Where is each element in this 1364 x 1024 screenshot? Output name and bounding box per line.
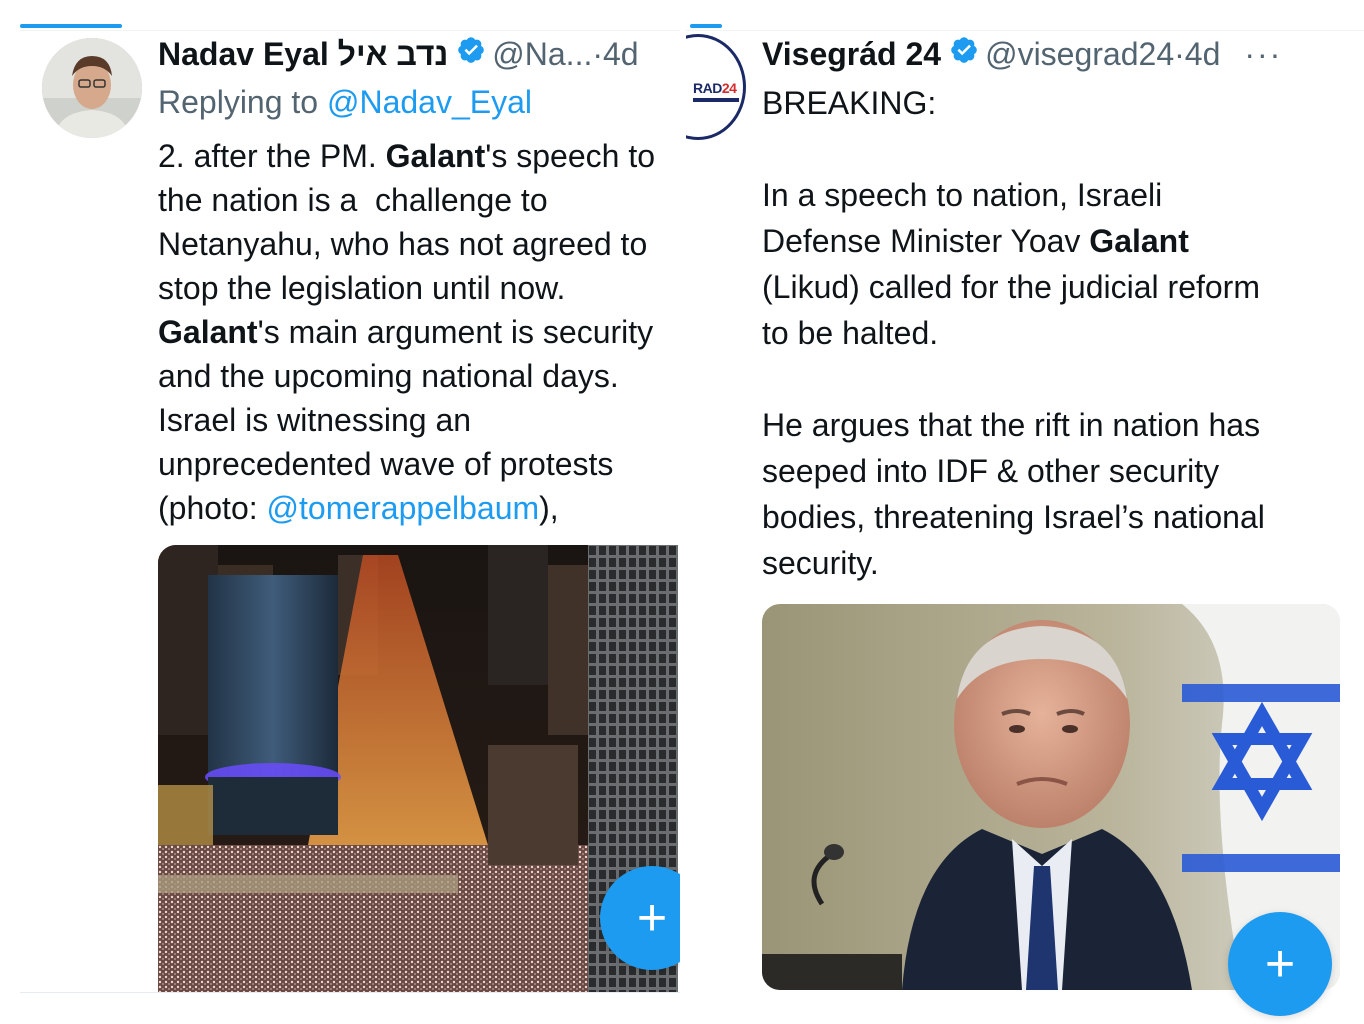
text-line: stop the legislation until now.: [158, 270, 566, 306]
tweet-body: 2. after the PM. Galant's speech to the n…: [158, 134, 678, 530]
text-line: Israel is witnessing an: [158, 402, 472, 438]
compose-tweet-button[interactable]: +: [1228, 912, 1332, 1016]
tweet-body: BREAKING: In a speech to nation, Israeli D…: [762, 80, 1362, 586]
text-line: Defense Minister Yoav Galant: [762, 218, 1362, 264]
text-line: BREAKING:: [762, 85, 937, 121]
bold-segment: Galant: [158, 314, 258, 350]
text-line: 2. after the PM. Galant's speech to: [158, 134, 678, 178]
top-divider: [686, 30, 1364, 31]
text-line: (Likud) called for the judicial reform: [762, 269, 1260, 305]
replying-handle-link[interactable]: @Nadav_Eyal: [327, 84, 532, 120]
text-line: He argues that the rift in nation has: [762, 407, 1261, 443]
text-segment: 2. after the PM.: [158, 138, 386, 174]
user-handle[interactable]: @Na...: [492, 34, 592, 74]
separator-dot: ·: [1174, 36, 1185, 72]
text-segment: 's speech to: [485, 138, 655, 174]
verified-badge-icon: [949, 34, 979, 74]
active-tab-indicator: [690, 24, 722, 28]
replying-prefix: Replying to: [158, 84, 327, 120]
text-line: bodies, threatening Israel’s national: [762, 499, 1265, 535]
bold-segment: Galant: [1089, 223, 1189, 259]
text-segment: Defense Minister Yoav: [762, 223, 1090, 259]
display-name[interactable]: Nadav Eyal נדב איל: [158, 34, 448, 74]
replying-to: Replying to @Nadav_Eyal: [158, 82, 532, 122]
bold-segment: Galant: [385, 138, 486, 174]
right-tweet-panel: RAD24 Visegrád 24 @visegrad24 · 4d ··· B…: [686, 0, 1364, 1024]
logo-number: 24: [721, 80, 737, 96]
user-handle[interactable]: @visegrad24: [985, 34, 1174, 74]
tweet-header: Nadav Eyal נדב איל @Na... · 4d: [158, 34, 639, 74]
text-segment: ),: [539, 490, 559, 526]
text-line: (photo: @tomerappelbaum),: [158, 486, 678, 530]
text-line: and the upcoming national days.: [158, 358, 619, 394]
top-divider: [20, 30, 680, 31]
display-name[interactable]: Visegrád 24: [762, 34, 941, 74]
text-line: seeped into IDF & other security: [762, 453, 1220, 489]
plus-icon: +: [636, 889, 668, 947]
mention-link[interactable]: @tomerappelbaum: [267, 490, 540, 526]
avatar[interactable]: [42, 38, 142, 138]
left-tweet-panel: Nadav Eyal נדב איל @Na... · 4d Replying …: [0, 0, 680, 1024]
verified-badge-icon: [456, 34, 486, 74]
separator-dot: ·: [592, 36, 603, 72]
text-line: security.: [762, 545, 879, 581]
text-line: unprecedented wave of protests: [158, 446, 614, 482]
text-line: Galant's main argument is security: [158, 310, 678, 354]
person-photo-icon: [42, 38, 142, 138]
bottom-divider: [20, 992, 680, 993]
text-line: Netanyahu, who has not agreed to: [158, 226, 648, 262]
tweet-header: Visegrád 24 @visegrad24 · 4d ···: [762, 34, 1282, 74]
visegrad-logo: RAD24: [693, 80, 737, 96]
logo-bar: [693, 98, 739, 102]
plus-icon: +: [1264, 935, 1296, 993]
timestamp[interactable]: 4d: [603, 34, 639, 74]
active-tab-indicator: [20, 24, 122, 28]
text-segment: 's main argument is security: [257, 314, 654, 350]
text-line: to be halted.: [762, 315, 939, 351]
timestamp[interactable]: 4d: [1185, 34, 1221, 74]
logo-text: RAD: [693, 80, 722, 96]
more-options-icon[interactable]: ···: [1244, 34, 1282, 74]
avatar[interactable]: RAD24: [686, 34, 746, 140]
text-line: In a speech to nation, Israeli: [762, 177, 1163, 213]
text-segment: (photo:: [158, 490, 267, 526]
text-line: the nation is a challenge to: [158, 182, 548, 218]
